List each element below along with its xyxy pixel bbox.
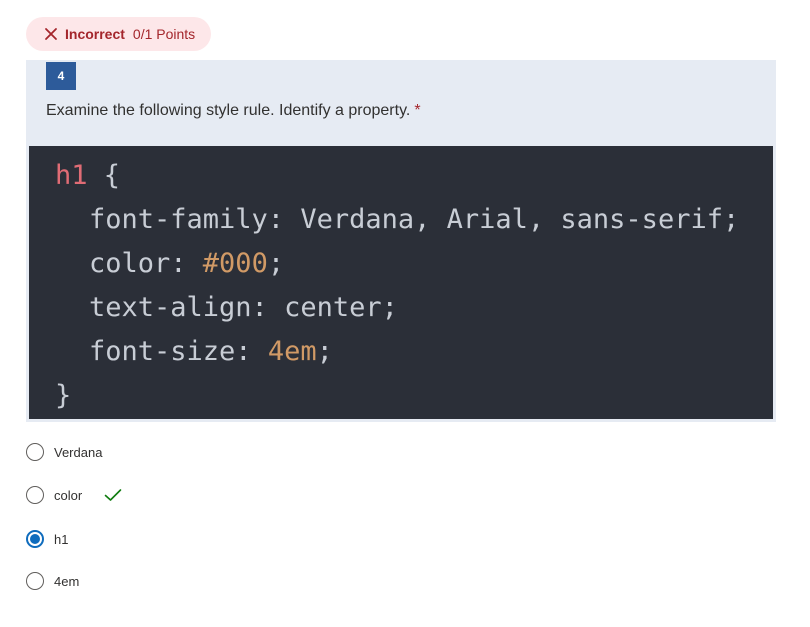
required-marker: * bbox=[414, 102, 421, 119]
code-snippet-image: h1 { font-family: Verdana, Arial, sans-s… bbox=[29, 146, 773, 419]
quiz-result-page: Incorrect 0/1 Points 4 Examine the follo… bbox=[0, 0, 810, 627]
question-number: 4 bbox=[46, 62, 76, 90]
radio-button[interactable] bbox=[26, 572, 44, 590]
checkmark-icon bbox=[104, 489, 122, 501]
option-label: color bbox=[54, 487, 83, 503]
question-prompt: Examine the following style rule. Identi… bbox=[46, 102, 411, 119]
code-token: #000 bbox=[202, 248, 268, 279]
code-token: ; bbox=[267, 248, 285, 279]
code-line: text-align: center; bbox=[89, 292, 398, 324]
option-label: 4em bbox=[54, 573, 80, 589]
code-line: font-size: 4em; bbox=[89, 336, 333, 368]
radio-button[interactable] bbox=[26, 486, 44, 504]
option-h1[interactable]: h1 bbox=[26, 527, 68, 551]
option-4em[interactable]: 4em bbox=[26, 569, 79, 593]
code-line: h1 { bbox=[55, 160, 120, 192]
close-icon bbox=[45, 28, 57, 40]
option-color[interactable]: color bbox=[26, 483, 122, 507]
code-token: font-family: Verdana, Arial, sans-serif; bbox=[89, 204, 740, 235]
result-status: Incorrect bbox=[65, 26, 125, 42]
code-line: } bbox=[55, 380, 71, 412]
radio-button[interactable] bbox=[26, 530, 44, 548]
option-verdana[interactable]: Verdana bbox=[26, 440, 102, 464]
result-points: 0/1 Points bbox=[132, 26, 196, 42]
code-token: font-size: bbox=[89, 336, 268, 367]
code-token: color: bbox=[89, 248, 203, 279]
code-token: 4em bbox=[267, 336, 317, 367]
code-token: { bbox=[87, 160, 121, 191]
code-line: color: #000; bbox=[89, 248, 284, 280]
option-label: h1 bbox=[54, 531, 69, 547]
code-token: h1 bbox=[55, 160, 88, 191]
code-token: text-align: center; bbox=[89, 292, 398, 323]
option-label: Verdana bbox=[54, 444, 103, 460]
result-badge: Incorrect 0/1 Points bbox=[26, 17, 212, 51]
radio-button[interactable] bbox=[26, 443, 44, 461]
code-token: } bbox=[55, 380, 72, 411]
question-card: 4 Examine the following style rule. Iden… bbox=[26, 60, 776, 422]
code-line: font-family: Verdana, Arial, sans-serif; bbox=[89, 204, 739, 236]
question-text: Examine the following style rule. Identi… bbox=[46, 102, 421, 120]
code-token: ; bbox=[316, 336, 333, 367]
